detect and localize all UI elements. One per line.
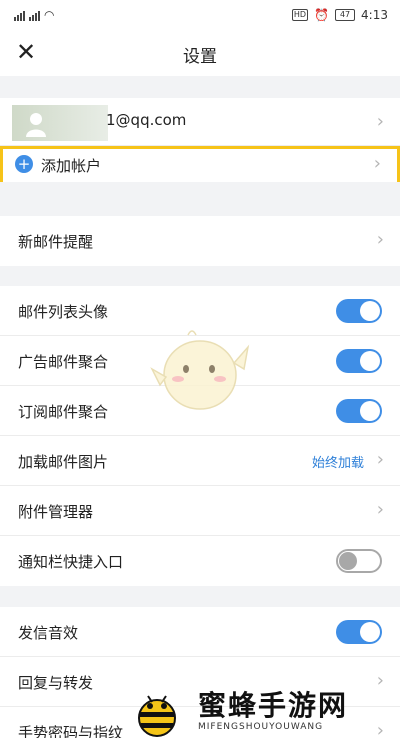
ad-mail-aggregate-toggle[interactable] [336, 349, 382, 373]
chevron-right-icon: › [376, 111, 384, 132]
battery-icon: 47 [335, 9, 356, 21]
signal-icon-2 [29, 9, 40, 21]
signal-icon [14, 9, 25, 21]
notification-shortcut-label: 通知栏快捷入口 [18, 553, 124, 571]
watermark: 蜜蜂手游网 MIFENGSHOUYOUWANG [128, 678, 400, 738]
bee-logo-icon [138, 695, 176, 737]
load-images-label: 加载邮件图片 [18, 453, 109, 471]
subscription-aggregate-row[interactable]: 订阅邮件聚合 [0, 386, 400, 436]
avatar [12, 105, 108, 141]
list-avatar-label: 邮件列表头像 [18, 303, 109, 321]
watermark-title: 蜜蜂手游网 [198, 689, 349, 722]
ad-mail-aggregate-row[interactable]: 广告邮件聚合 [0, 336, 400, 386]
status-bar: ◠ HD ⏰ 47 4:13 [0, 0, 400, 30]
account-email: 1@qq.com [106, 111, 187, 129]
alarm-icon: ⏰ [314, 8, 330, 22]
avatar-placeholder-icon [26, 113, 46, 137]
wifi-icon: ◠ [44, 8, 55, 22]
page-title: 设置 [183, 47, 217, 67]
navigation-bar: ✕ 设置 [0, 30, 400, 76]
attachment-manager-row[interactable]: 附件管理器 › [0, 486, 400, 536]
new-mail-alert-row[interactable]: 新邮件提醒 › [0, 216, 400, 266]
status-time: 4:13 [361, 8, 388, 22]
send-sound-toggle[interactable] [336, 620, 382, 644]
new-mail-alert-label: 新邮件提醒 [18, 233, 94, 251]
chevron-right-icon: › [376, 499, 384, 520]
chevron-right-icon: › [373, 153, 381, 174]
account-row[interactable]: 1@qq.com › [0, 98, 400, 146]
subscription-aggregate-toggle[interactable] [336, 399, 382, 423]
notification-shortcut-row[interactable]: 通知栏快捷入口 [0, 536, 400, 586]
add-account-row[interactable]: + 添加帐户 › [0, 146, 400, 182]
chevron-right-icon: › [376, 229, 384, 250]
list-avatar-toggle[interactable] [336, 299, 382, 323]
plus-circle-icon: + [15, 155, 33, 173]
send-sound-row[interactable]: 发信音效 [0, 607, 400, 657]
account-section: 1@qq.com › + 添加帐户 › [0, 98, 400, 182]
reply-forward-label: 回复与转发 [18, 674, 94, 692]
notification-shortcut-toggle[interactable] [336, 549, 382, 573]
subscription-aggregate-label: 订阅邮件聚合 [18, 403, 109, 421]
status-right: HD ⏰ 47 4:13 [291, 8, 388, 22]
load-images-row[interactable]: 加载邮件图片 始终加载 › [0, 436, 400, 486]
watermark-subtitle: MIFENGSHOUYOUWANG [198, 722, 324, 732]
list-avatar-row[interactable]: 邮件列表头像 [0, 286, 400, 336]
chevron-right-icon: › [376, 449, 384, 470]
network-badge: HD [291, 9, 309, 21]
notify-section: 新邮件提醒 › [0, 216, 400, 266]
send-sound-label: 发信音效 [18, 624, 79, 642]
gesture-password-label: 手势密码与指纹 [18, 724, 124, 738]
ad-mail-aggregate-label: 广告邮件聚合 [18, 353, 109, 371]
display-section: 邮件列表头像 广告邮件聚合 订阅邮件聚合 加载邮件图片 始终加载 › 附件管理器… [0, 286, 400, 586]
status-left: ◠ [14, 8, 54, 22]
attachment-manager-label: 附件管理器 [18, 503, 94, 521]
load-images-value: 始终加载 [311, 456, 364, 471]
add-account-label: 添加帐户 [41, 157, 102, 175]
